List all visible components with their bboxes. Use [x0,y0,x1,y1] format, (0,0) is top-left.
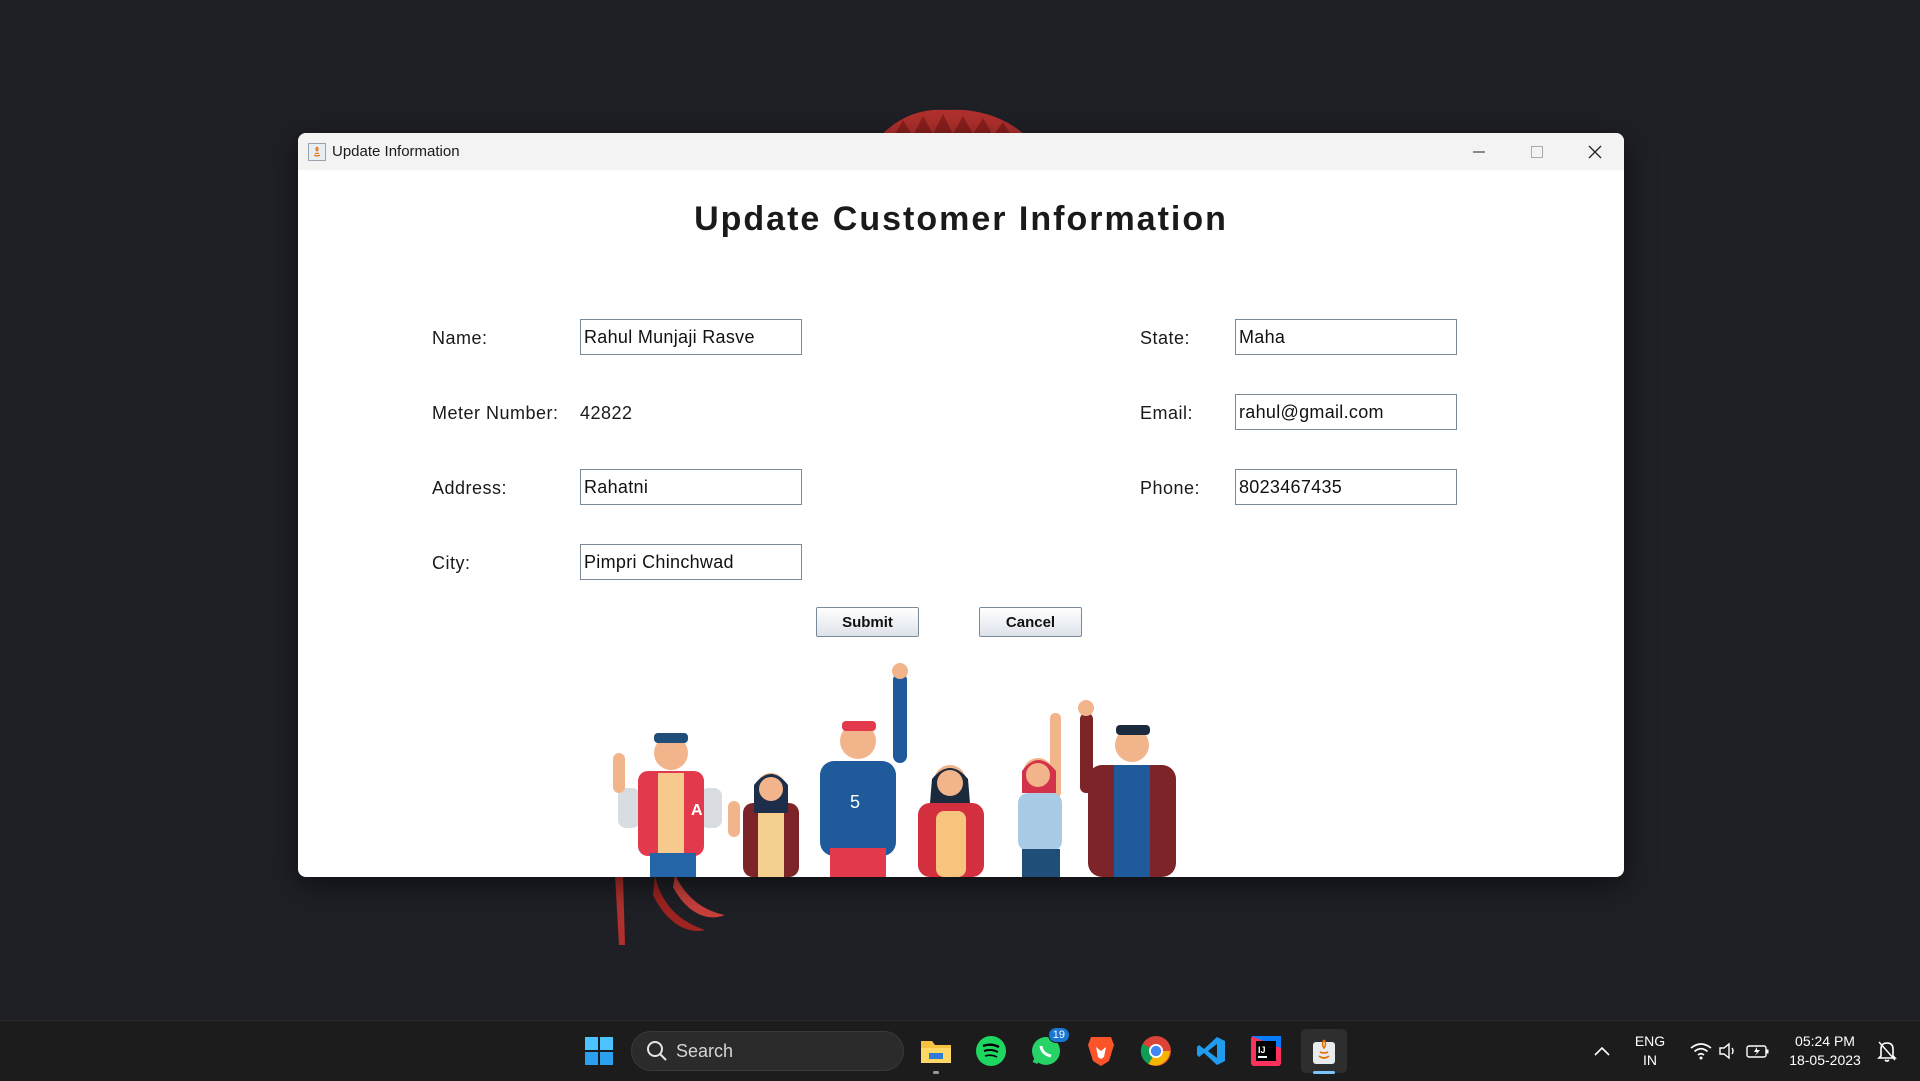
person-light-blue-illustration [1018,713,1062,877]
battery-icon [1746,1045,1769,1058]
chevron-up-icon [1594,1046,1610,1056]
java-icon [1313,1039,1335,1064]
close-icon [1588,145,1602,158]
svg-text:A: A [691,802,703,819]
person-blue-sweater-illustration: 5 [820,663,908,877]
quick-settings-button[interactable] [1680,1031,1780,1071]
meter-number-value: 42822 [580,403,633,423]
meter-number-label: Meter Number: [432,403,559,423]
java-app-active-indicator [1313,1071,1335,1074]
cancel-button[interactable]: Cancel [979,607,1082,637]
maximize-button[interactable] [1508,133,1566,170]
person-red-top-illustration [918,765,984,877]
email-label: Email: [1140,403,1194,423]
people-illustration: A 5 [613,663,1176,877]
address-field[interactable] [580,469,802,505]
phone-label: Phone: [1140,478,1201,498]
notification-bell-icon [1877,1041,1897,1062]
clock[interactable]: 05:24 PM 18-05-2023 [1780,1032,1870,1070]
file-explorer-running-indicator [933,1071,939,1074]
submit-button[interactable]: Submit [816,607,919,637]
java-app-icon [308,142,326,161]
intellij-icon: IJ [1251,1036,1281,1066]
language-indicator[interactable]: ENG IN [1630,1032,1670,1070]
language-primary: ENG [1634,1033,1666,1049]
show-hidden-icons-button[interactable] [1582,1031,1622,1071]
vscode-icon [1197,1037,1225,1065]
phone-field[interactable] [1235,469,1457,505]
language-secondary: IN [1643,1052,1657,1068]
whatsapp-app[interactable]: 19 [1026,1027,1070,1071]
city-field[interactable] [580,544,802,580]
address-label: Address: [432,478,508,498]
form-heading: Update Customer Information [694,200,1228,238]
state-label: State: [1140,328,1191,348]
intellij-app[interactable]: IJ [1246,1031,1286,1071]
maximize-icon [1531,145,1543,158]
search-icon [647,1041,667,1061]
city-label: City: [432,553,471,573]
name-field[interactable] [580,319,802,355]
window-title: Update Information [332,143,460,160]
chrome-app[interactable] [1136,1031,1176,1071]
folder-icon [921,1041,951,1063]
whatsapp-badge: 19 [1047,1027,1070,1043]
vscode-app[interactable] [1191,1031,1231,1071]
windows-logo-icon [585,1037,613,1065]
taskbar: Search 19 IJ ENG IN 05:24 PM 18-05-2023 [0,1020,1920,1081]
state-field[interactable] [1235,319,1457,355]
spotify-icon [976,1036,1006,1066]
name-label: Name: [432,328,488,348]
brave-icon [1088,1037,1114,1066]
search-label: Search [676,1040,734,1061]
wallpaper-art-bottom [615,875,725,945]
close-button[interactable] [1566,133,1624,170]
clock-date: 18-05-2023 [1789,1052,1861,1068]
clock-time: 05:24 PM [1795,1033,1855,1049]
person-brown-jacket-illustration [728,773,799,877]
chrome-icon [1140,1036,1171,1066]
notifications-button[interactable] [1872,1031,1902,1071]
start-button[interactable] [579,1031,619,1071]
java-app[interactable] [1301,1029,1347,1073]
person-maroon-coat-illustration [1078,700,1176,877]
window-titlebar[interactable]: Update Information [298,133,1624,170]
file-explorer-app[interactable] [916,1031,956,1071]
volume-icon [1719,1042,1734,1060]
minimize-button[interactable] [1450,133,1508,170]
window-controls [1450,133,1624,170]
svg-text:IJ: IJ [1258,1045,1266,1055]
email-field[interactable] [1235,394,1457,430]
person-red-jacket-illustration: A [613,733,722,877]
svg-text:5: 5 [850,792,860,812]
taskbar-search[interactable]: Search [631,1031,904,1071]
wifi-icon [1690,1043,1712,1060]
update-information-window: Update Information Update Customer Infor… [298,133,1624,877]
spotify-app[interactable] [971,1031,1011,1071]
brave-app[interactable] [1081,1031,1121,1071]
minimize-icon [1473,151,1485,152]
